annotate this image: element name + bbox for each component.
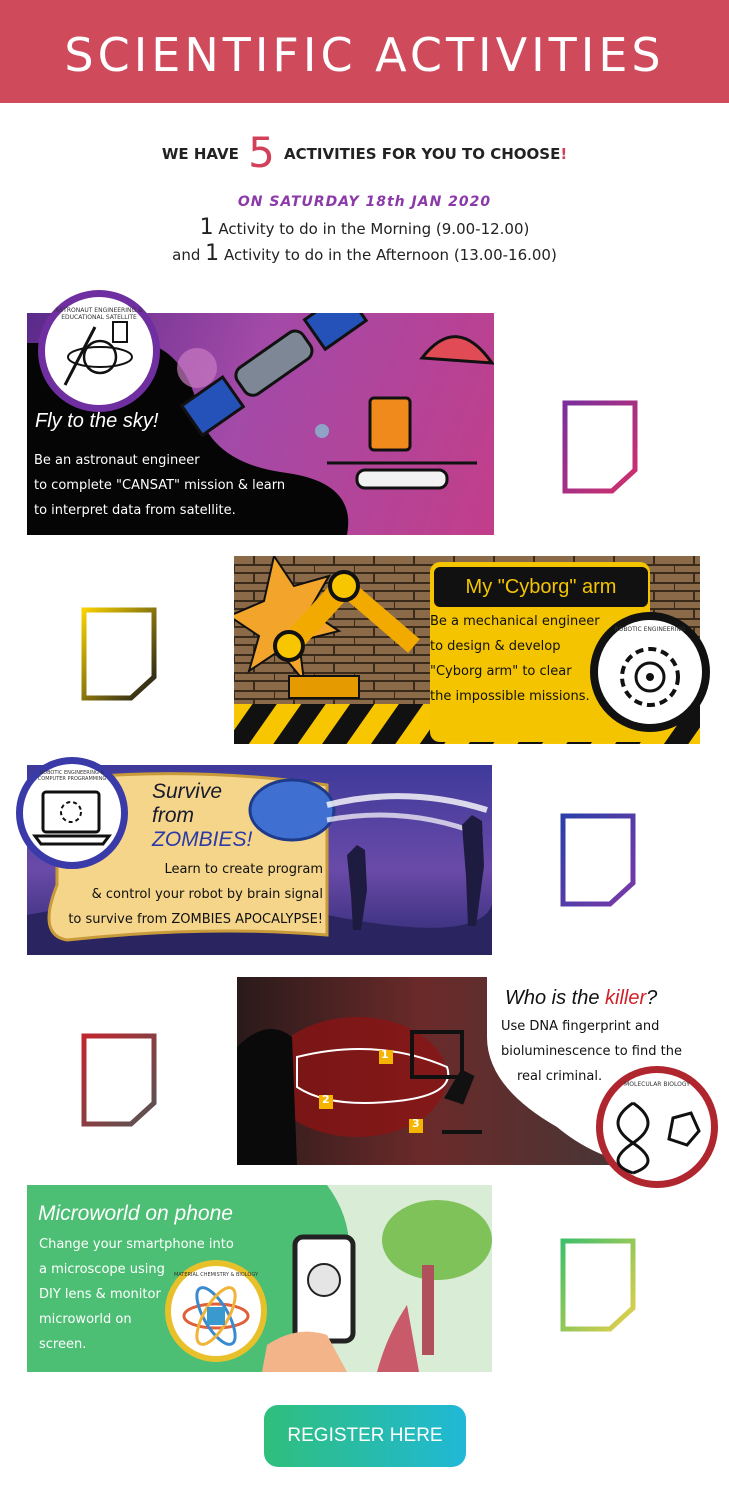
intro-bang: ! <box>560 145 568 163</box>
desc-line: "Cyborg arm" to clear <box>430 664 572 679</box>
afternoon-schedule: and 1 Activity to do in the Afternoon (1… <box>0 241 729 266</box>
desc-line: Be an astronaut engineer <box>34 453 200 468</box>
badge-label-robotic: ROBOTIC ENGINEERING <box>614 626 686 633</box>
title-question: ? <box>646 987 658 1009</box>
document-icon[interactable] <box>560 1238 636 1332</box>
desc-line: bioluminescence to find the <box>501 1044 682 1059</box>
atom-icon <box>182 1286 250 1346</box>
desc-line: Be a mechanical engineer <box>430 614 600 629</box>
activity-title-zombies: Survive from ZOMBIES! <box>152 780 252 852</box>
activity-count: 5 <box>248 128 275 177</box>
evidence-marker-2: 2 <box>322 1093 330 1106</box>
afternoon-count: 1 <box>205 241 220 266</box>
page-title: SCIENTIFIC ACTIVITIES <box>64 28 665 82</box>
desc-line: to design & develop <box>430 639 561 654</box>
title-pre: Who is the <box>505 987 600 1009</box>
morning-schedule: 1 Activity to do in the Morning (9.00-12… <box>0 215 729 240</box>
activity-title-microworld: Microworld on phone <box>38 1202 233 1225</box>
activity-desc-space: Be an astronaut engineer to complete "CA… <box>34 448 285 523</box>
intro-post: ACTIVITIES FOR YOU TO CHOOSE <box>284 145 561 163</box>
morning-text: Activity to do in the Morning (9.00-12.0… <box>218 220 530 238</box>
activity-desc-cyborg: Be a mechanical engineer to design & dev… <box>430 609 600 709</box>
activity-title-cyborg: My "Cyborg" arm <box>465 576 617 598</box>
desc-line: to complete "CANSAT" mission & learn <box>34 478 286 493</box>
afternoon-pre: and <box>172 246 201 264</box>
desc-line: & control your robot by brain signal <box>91 887 323 902</box>
gear-icon <box>620 647 680 707</box>
badge-label-chemistry: MATERIAL CHEMISTRY & BIOLOGY <box>173 1272 259 1278</box>
dna-icon <box>616 1101 701 1175</box>
intro-pre: WE HAVE <box>161 145 239 163</box>
desc-line: Use DNA fingerprint and <box>501 1019 660 1034</box>
title-killer-word: killer <box>605 987 647 1009</box>
evidence-marker-1: 1 <box>381 1048 389 1061</box>
desc-line: to interpret data from satellite. <box>34 503 236 518</box>
header-banner: SCIENTIFIC ACTIVITIES <box>0 0 729 103</box>
document-icon[interactable] <box>81 607 157 701</box>
document-icon[interactable] <box>562 400 638 494</box>
badge-label-programming: ROBOTIC ENGINEERING & COMPUTER PROGRAMMI… <box>37 770 107 782</box>
badge-astronaut: ASTRONAUT ENGINEERING & EDUCATIONAL SATE… <box>38 290 160 412</box>
title-line: from <box>152 804 194 827</box>
event-date: ON SATURDAY 18th JAN 2020 <box>237 194 492 210</box>
document-icon[interactable] <box>560 813 636 907</box>
evidence-marker-3: 3 <box>412 1117 420 1130</box>
badge-label-molecular: MOLECULAR BIOLOGY <box>624 1081 690 1088</box>
register-button[interactable]: REGISTER HERE <box>264 1405 466 1467</box>
badge-label-astronaut: ASTRONAUT ENGINEERING & EDUCATIONAL SATE… <box>55 307 143 321</box>
morning-count: 1 <box>199 215 214 240</box>
badge-programming: ROBOTIC ENGINEERING & COMPUTER PROGRAMMI… <box>16 757 128 869</box>
badge-robotic: ROBOTIC ENGINEERING <box>590 612 710 732</box>
title-line: Survive <box>152 780 223 803</box>
document-icon[interactable] <box>81 1033 157 1127</box>
intro-line: WE HAVE 5 ACTIVITIES FOR YOU TO CHOOSE! <box>0 128 729 177</box>
badge-molecular: MOLECULAR BIOLOGY <box>596 1066 718 1188</box>
cyborg-title-box: My "Cyborg" arm <box>432 565 650 609</box>
desc-line: Change your smartphone into <box>39 1237 234 1252</box>
activity-title-space: Fly to the sky! <box>35 410 159 432</box>
desc-line: the impossible missions. <box>430 689 590 704</box>
title-line: ZOMBIES! <box>152 828 253 851</box>
afternoon-text: Activity to do in the Afternoon (13.00-1… <box>223 246 557 264</box>
activity-title-killer: Who is the killer? <box>505 987 657 1010</box>
badge-chemistry: MATERIAL CHEMISTRY & BIOLOGY <box>165 1260 267 1362</box>
desc-line: to survive from ZOMBIES APOCALYPSE! <box>68 912 323 927</box>
